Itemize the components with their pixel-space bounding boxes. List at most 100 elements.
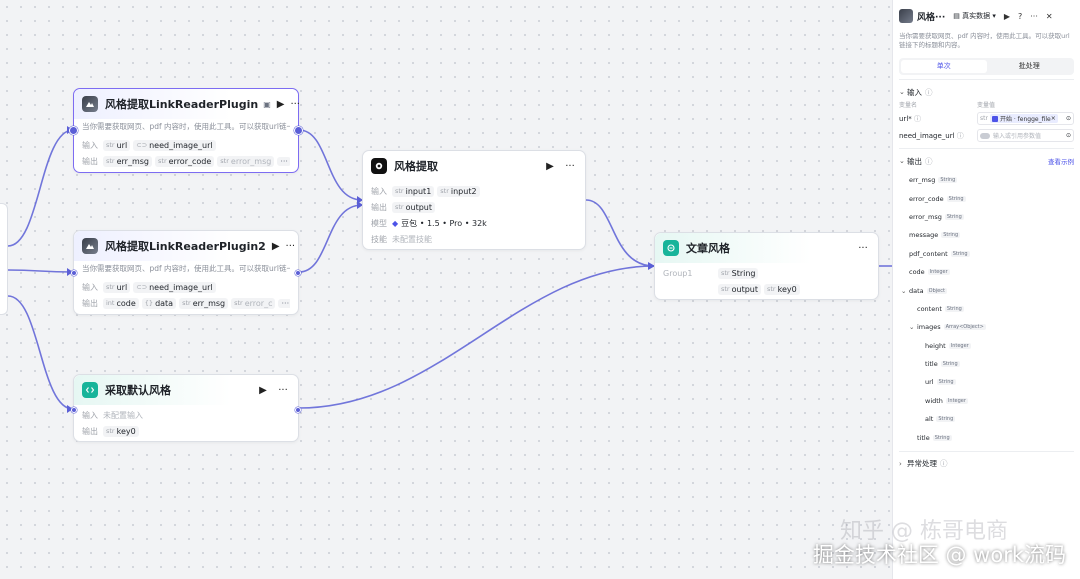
view-example-link[interactable]: 查看示例 [1048,156,1074,166]
output-section-header[interactable]: ⌄ 输出 ⓘ 查看示例 [893,153,1080,169]
node-description: 当你需要获取网页、pdf 内容时，使用此工具。可以获取url链一 [82,264,290,273]
panel-title: 风格··· [917,12,946,23]
input-label: 输入 [82,140,98,150]
info-icon: ⓘ [925,156,933,166]
input-label: 输入 [82,410,98,420]
more-icon[interactable]: ··· [563,161,577,172]
output-chip: str err_msg [179,297,229,309]
tab-single[interactable]: 单次 [901,60,987,73]
output-tree-row: height Integer [899,337,1074,355]
output-type-badge: String [932,434,952,441]
more-icon[interactable]: ··· [290,99,300,110]
close-icon[interactable]: ✕ [1046,12,1053,21]
chevron-down-icon[interactable]: ⌄ [901,287,909,295]
output-port[interactable] [294,126,303,135]
start-node-partial[interactable] [0,203,8,315]
data-source-select[interactable]: ▤ 真实数据 ▾ [953,11,996,21]
output-chip: int code [103,297,139,309]
skill-value: 未配置技能 [392,234,432,244]
input-section-header[interactable]: ⌄ 输入 ⓘ [893,84,1080,100]
toggle-icon: ⊂⊃ [136,283,148,291]
output-port[interactable] [295,270,301,276]
output-type-badge: Array<Object> [943,324,986,331]
node-title: 风格提取LinkReaderPlugin2 [105,240,266,253]
info-icon: ⓘ [925,87,933,97]
more-icon[interactable]: ··· [276,385,290,396]
error-section-header[interactable]: › 异常处理 ⓘ [893,456,1080,472]
info-icon: ⓘ [940,459,948,469]
output-tree-row[interactable]: ⌄ images Array<Object> [899,318,1074,336]
output-chip: str error_code [155,155,215,167]
chevron-right-icon: › [899,459,902,468]
plugin-badge-icon: ▣ [263,99,271,109]
reference-tag: 开始 · fengge_file × [989,114,1058,123]
more-outputs-chip[interactable]: ··· [277,156,290,166]
group-label: Group1 [663,268,693,278]
run-icon[interactable]: ▶ [277,99,285,110]
info-icon: ⓘ [914,114,921,123]
more-icon[interactable]: ··· [286,241,296,252]
code-icon [82,382,98,398]
output-name: url [925,378,934,387]
watermark: 掘金技术社区 @ work流码 [812,543,1066,567]
input-port[interactable] [71,407,77,413]
output-name: content [917,304,942,313]
more-outputs-chip[interactable]: ··· [278,298,290,308]
column-header-name: 变量名 [899,102,918,109]
output-name: title [917,433,930,442]
output-tree-row: content String [899,300,1074,318]
model-value: 豆包 • 1.5 • Pro • 32k [401,218,487,228]
output-name: error_code [909,194,944,203]
input-port[interactable] [69,126,78,135]
node-link-reader-plugin-2[interactable]: 风格提取LinkReaderPlugin2 ▶ ··· 当你需要获取网页、pdf… [71,230,301,315]
run-icon[interactable]: ▶ [272,241,280,252]
output-name: height [925,341,946,350]
input-chip-need-image-url: ⊂⊃ need_image_url [133,281,216,293]
url-value-field[interactable]: str 开始 · fengge_file × ⊙ [977,112,1074,125]
output-type-badge: String [938,177,958,184]
input-port[interactable] [71,270,77,276]
help-icon[interactable]: ? [1018,12,1022,21]
need-image-url-field[interactable]: 输入或引用参数值 ⊙ [977,129,1074,142]
output-label: 输出 [82,426,98,436]
output-tree-row[interactable]: ⌄ data Object [899,281,1074,299]
input-chip: str input2 [437,185,480,197]
node-title: 风格提取LinkReaderPlugin [105,98,259,111]
output-chip: str error_msg [217,155,275,167]
tab-batch[interactable]: 批处理 [987,60,1073,73]
output-tree-row: title String [899,355,1074,373]
plugin-icon [899,9,913,23]
input-name: need_image_url ⓘ [899,131,964,140]
output-name: title [925,360,938,369]
node-default-style[interactable]: 采取默认风格 ▶ ··· 输入 未配置输入 输出 str key0 [71,374,301,442]
column-header-value: 变量值 [977,102,996,109]
input-label: 输入 [82,282,98,292]
output-chip: str output [718,283,761,295]
run-icon[interactable]: ▶ [543,161,557,172]
mode-tabs: 单次 批处理 [899,58,1074,75]
output-name: message [909,231,939,240]
output-type-badge: Integer [948,342,971,349]
output-type-badge: String [936,379,956,386]
node-style-extraction[interactable]: 风格提取 ▶ ··· 输入 str input1 str input2 输出 str… [362,150,586,250]
run-icon[interactable]: ▶ [1004,12,1010,21]
toggle-icon [980,132,990,139]
output-type-badge: Integer [945,397,968,404]
model-label: 模型 [371,218,387,228]
chevron-down-icon[interactable]: ⌄ [909,323,917,331]
settings-icon: ⊙ [1065,115,1071,122]
output-tree-row: url String [899,373,1074,391]
node-title: 采取默认风格 [105,384,171,397]
output-tree-row: pdf_content String [899,245,1074,263]
node-link-reader-plugin[interactable]: 风格提取LinkReaderPlugin ▣ ▶ ··· 当你需要获取网页、pd… [69,88,303,173]
run-icon[interactable]: ▶ [256,385,270,396]
more-icon[interactable]: ··· [1030,12,1038,21]
more-icon[interactable]: ··· [856,243,870,254]
plugin-icon [82,238,98,254]
output-label: 输出 [82,298,98,308]
input-empty-text: 未配置输入 [103,410,143,420]
output-port[interactable] [295,407,301,413]
output-chip: str output [392,201,435,213]
node-article-style[interactable]: 文章风格 ··· Group1 str String str output str k… [654,232,879,300]
input-chip-url: str url [103,139,131,151]
